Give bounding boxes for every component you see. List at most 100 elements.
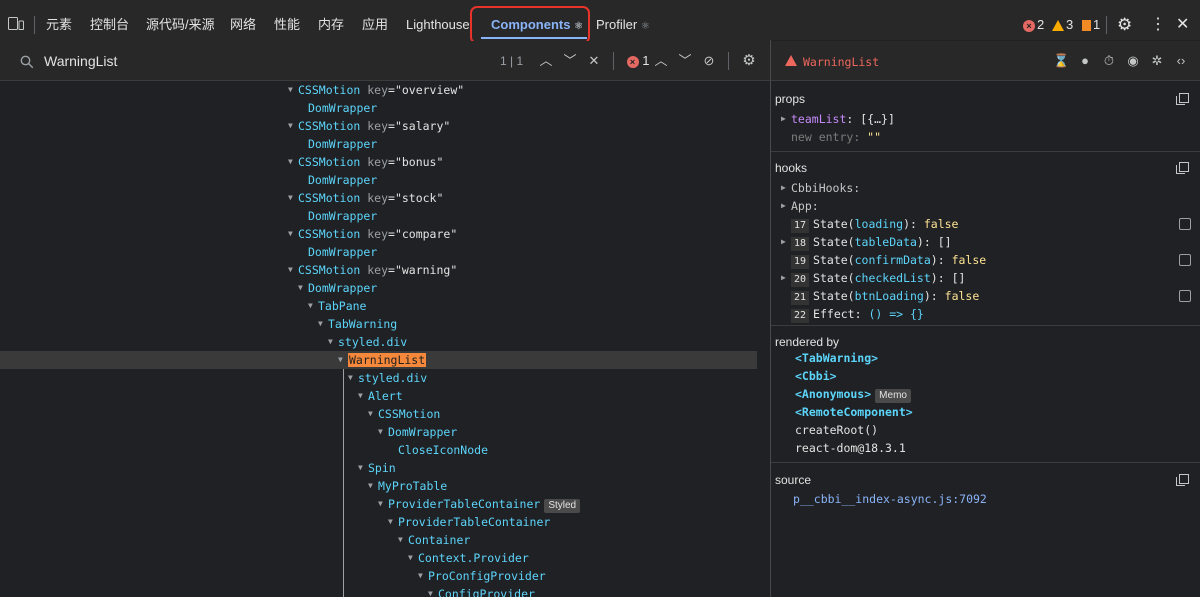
- tree-node-row[interactable]: DomWrapper: [0, 207, 757, 225]
- collapse-triangle-icon[interactable]: ▼: [368, 477, 378, 495]
- search-input[interactable]: [44, 52, 444, 70]
- owner-component-link[interactable]: <TabWarning>: [795, 349, 878, 367]
- collapse-triangle-icon[interactable]: ▼: [368, 405, 378, 423]
- collapse-triangle-icon[interactable]: ▼: [418, 567, 428, 585]
- tree-node-row[interactable]: ▼ WarningList: [0, 351, 757, 369]
- collapse-triangle-icon[interactable]: ▼: [378, 495, 388, 513]
- collapse-triangle-icon[interactable]: ▼: [298, 279, 308, 297]
- expand-triangle-icon[interactable]: ▶: [781, 197, 791, 215]
- hook-row[interactable]: ▶ App:: [781, 197, 819, 215]
- expand-triangle-icon[interactable]: ▶: [781, 269, 791, 287]
- tree-node-row[interactable]: ▼ CSSMotion key="bonus": [0, 153, 757, 171]
- collapse-triangle-icon[interactable]: ▼: [328, 333, 338, 351]
- source-link[interactable]: p__cbbi__index-async.js:7092: [793, 490, 987, 508]
- boolean-toggle-checkbox[interactable]: [1179, 290, 1191, 302]
- tree-node-row[interactable]: ▼ styled.div: [0, 333, 757, 351]
- tree-node-row[interactable]: ▼ styled.div: [0, 369, 757, 387]
- tree-node-row[interactable]: DomWrapper: [0, 243, 757, 261]
- tree-node-row[interactable]: ▼ CSSMotion key="stock": [0, 189, 757, 207]
- tree-node-row[interactable]: DomWrapper: [0, 99, 757, 117]
- collapse-triangle-icon[interactable]: ▼: [378, 423, 388, 441]
- hook-row[interactable]: 22 Effect: () => {}: [781, 305, 924, 323]
- tree-node-row[interactable]: ▼ MyProTable: [0, 477, 757, 495]
- hook-value[interactable]: false: [945, 289, 980, 303]
- tree-node-row[interactable]: ▼ CSSMotion: [0, 405, 757, 423]
- tree-node-row[interactable]: ▼ ProviderTableContainer: [0, 513, 757, 531]
- tree-node-row[interactable]: DomWrapper: [0, 171, 757, 189]
- next-error-chevron-down-icon[interactable]: ﹀: [677, 53, 693, 69]
- view-source-code-icon[interactable]: ‹›: [1173, 53, 1189, 69]
- collapse-triangle-icon[interactable]: ▼: [308, 297, 318, 315]
- collapse-triangle-icon[interactable]: ▼: [408, 549, 418, 567]
- tree-node-row[interactable]: ▼ ProviderTableContainer Styled: [0, 495, 757, 513]
- tree-node-row[interactable]: CloseIconNode: [0, 441, 757, 459]
- hook-row[interactable]: 19 State(confirmData): false: [781, 251, 986, 269]
- force-error-icon[interactable]: ●: [1077, 53, 1093, 69]
- collapse-triangle-icon[interactable]: ▼: [348, 369, 358, 387]
- prev-error-chevron-up-icon[interactable]: ︿: [653, 53, 669, 69]
- collapse-triangle-icon[interactable]: ▼: [318, 315, 328, 333]
- collapse-triangle-icon[interactable]: ▼: [358, 387, 368, 405]
- collapse-triangle-icon[interactable]: ▼: [388, 513, 398, 531]
- tree-node-row[interactable]: ▼ ProConfigProvider: [0, 567, 757, 585]
- hook-row[interactable]: ▶ CbbiHooks:: [781, 179, 860, 197]
- tree-node-row[interactable]: ▼ Context.Provider: [0, 549, 757, 567]
- log-to-console-bug-icon[interactable]: ✲: [1149, 53, 1165, 69]
- tree-node-row[interactable]: ▼ DomWrapper: [0, 279, 757, 297]
- tree-node-row[interactable]: ▼ TabWarning: [0, 315, 757, 333]
- new-entry-row[interactable]: new entry: "": [791, 128, 881, 146]
- collapse-triangle-icon[interactable]: ▼: [288, 189, 298, 207]
- next-result-chevron-down-icon[interactable]: ﹀: [562, 53, 578, 69]
- hook-row[interactable]: 17 State(loading): false: [781, 215, 958, 233]
- tree-node-row[interactable]: DomWrapper: [0, 135, 757, 153]
- hook-row[interactable]: 21 State(btnLoading): false: [781, 287, 979, 305]
- copy-hooks-icon[interactable]: [1176, 162, 1189, 174]
- key-attribute-label: key: [360, 119, 389, 133]
- prop-row-teamList[interactable]: ▶ teamList: [{…}]: [781, 110, 895, 128]
- settings-gear-icon[interactable]: ⚙: [741, 53, 757, 69]
- tree-node-row[interactable]: ▼ Spin: [0, 459, 757, 477]
- collapse-triangle-icon[interactable]: ▼: [288, 81, 298, 99]
- tree-node-row[interactable]: ▼ DomWrapper: [0, 423, 757, 441]
- collapse-triangle-icon[interactable]: ▼: [288, 153, 298, 171]
- boolean-toggle-checkbox[interactable]: [1179, 254, 1191, 266]
- collapse-triangle-icon[interactable]: ▼: [288, 261, 298, 279]
- copy-props-icon[interactable]: [1176, 93, 1189, 105]
- tree-node-row[interactable]: ▼ CSSMotion key="salary": [0, 117, 757, 135]
- owner-component-link[interactable]: <Anonymous> Memo: [795, 385, 911, 403]
- collapse-triangle-icon[interactable]: ▼: [428, 585, 438, 597]
- component-tree[interactable]: ▼ CSSMotion key="overview" DomWrapper ▼ CSSM…: [0, 81, 770, 597]
- owner-component-link[interactable]: <Cbbi>: [795, 367, 837, 385]
- collapse-triangle-icon[interactable]: ▼: [338, 351, 348, 369]
- inspect-dom-eye-icon[interactable]: ◉: [1125, 53, 1141, 69]
- clear-search-close-icon[interactable]: ✕: [586, 53, 602, 69]
- hook-value[interactable]: false: [952, 253, 987, 267]
- copy-source-icon[interactable]: [1176, 474, 1189, 486]
- tree-node-row[interactable]: ▼ CSSMotion key="compare": [0, 225, 757, 243]
- hook-row[interactable]: ▶ 18 State(tableData): []: [781, 233, 952, 251]
- tree-node-row[interactable]: ▼ TabPane: [0, 297, 757, 315]
- expand-triangle-icon[interactable]: ▶: [781, 233, 791, 251]
- tree-node-row[interactable]: ▼ Container: [0, 531, 757, 549]
- hook-row[interactable]: ▶ 20 State(checkedList): []: [781, 269, 965, 287]
- expand-triangle-icon[interactable]: ▶: [781, 110, 791, 128]
- collapse-triangle-icon[interactable]: ▼: [358, 459, 368, 477]
- owner-component-link[interactable]: <RemoteComponent>: [795, 403, 913, 421]
- tree-node-row[interactable]: ▼ CSSMotion key="overview": [0, 81, 757, 99]
- stopwatch-icon[interactable]: ⏱: [1101, 53, 1117, 69]
- error-filter[interactable]: × 1: [626, 53, 650, 69]
- suspend-toggle-icon[interactable]: ⌛: [1053, 53, 1069, 69]
- prev-result-chevron-up-icon[interactable]: ︿: [538, 53, 554, 69]
- clear-errors-ban-icon[interactable]: ⊘: [701, 53, 717, 69]
- tree-node-row[interactable]: ▼ CSSMotion key="warning": [0, 261, 757, 279]
- boolean-toggle-checkbox[interactable]: [1179, 218, 1191, 230]
- expand-triangle-icon[interactable]: ▶: [781, 179, 791, 197]
- key-attribute-label: key: [360, 263, 389, 277]
- collapse-triangle-icon[interactable]: ▼: [288, 225, 298, 243]
- collapse-triangle-icon[interactable]: ▼: [288, 117, 298, 135]
- tree-node-row[interactable]: ▼ Alert: [0, 387, 757, 405]
- collapse-triangle-icon[interactable]: ▼: [398, 531, 408, 549]
- tree-node-row[interactable]: ▼ ConfigProvider: [0, 585, 757, 597]
- device-toolbar-icon[interactable]: [8, 17, 24, 31]
- hook-value[interactable]: false: [924, 217, 959, 231]
